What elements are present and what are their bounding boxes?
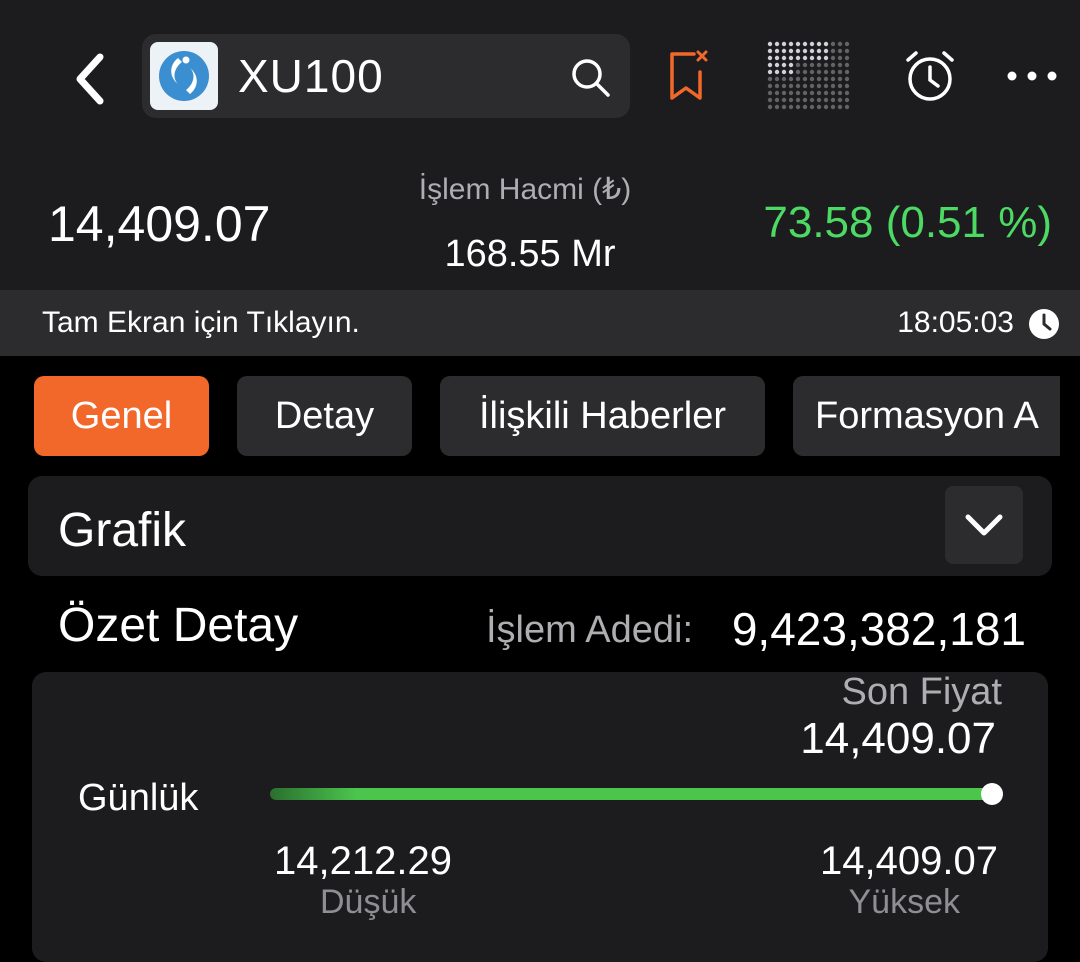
- trade-count-label: İşlem Adedi:: [486, 609, 693, 651]
- tab-genel[interactable]: Genel: [34, 376, 209, 456]
- high-value: 14,409.07: [820, 839, 998, 883]
- heatmap-button[interactable]: [766, 38, 850, 114]
- last-update-time: 18:05:03: [897, 306, 1014, 339]
- symbol-name: XU100: [238, 50, 384, 102]
- expand-button[interactable]: [945, 486, 1023, 564]
- price-change: 73.58 (0.51 %): [763, 198, 1052, 247]
- summary-title: Özet Detay: [58, 599, 299, 652]
- grafik-title: Grafik: [58, 504, 187, 557]
- daily-range-bar: [270, 788, 992, 800]
- fullscreen-hint: Tam Ekran için Tıklayın.: [42, 306, 360, 339]
- back-button[interactable]: [60, 44, 120, 114]
- exchange-logo: [150, 42, 218, 110]
- period-label: Günlük: [78, 777, 199, 819]
- last-price: 14,409.07: [48, 196, 271, 252]
- alarm-clock-icon: [906, 51, 954, 101]
- tab-formasyon[interactable]: Formasyon A: [793, 376, 1060, 456]
- bookmark-button[interactable]: [646, 38, 730, 114]
- range-marker: [981, 783, 1003, 805]
- tab-detay[interactable]: Detay: [237, 376, 412, 456]
- chevron-left-icon: [76, 53, 104, 105]
- symbol-search-field[interactable]: XU100: [142, 34, 630, 118]
- more-horizontal-icon: [1007, 71, 1057, 81]
- fullscreen-bar[interactable]: Tam Ekran için Tıklayın. 18:05:03: [0, 290, 1080, 356]
- top-bar: XU100 14,409.07 İşlem Hacmi (₺) 168.55 M…: [0, 0, 1080, 290]
- last-price-value: 14,409.07: [800, 714, 996, 763]
- tab-iliskili-haberler[interactable]: İlişkili Haberler: [440, 376, 765, 456]
- trade-count-value: 9,423,382,181: [731, 603, 1026, 655]
- alarm-button[interactable]: [888, 38, 972, 114]
- daily-range-fill: [270, 788, 992, 800]
- last-price-label: Son Fiyat: [841, 671, 1002, 713]
- grafik-section[interactable]: Grafik: [28, 476, 1052, 576]
- clock-icon: [1029, 309, 1059, 339]
- volume-value: 168.55 Mr: [444, 233, 616, 275]
- chevron-down-icon: [965, 514, 1003, 536]
- more-button[interactable]: [992, 38, 1072, 114]
- search-icon: [572, 59, 610, 97]
- bookmark-remove-icon: [670, 50, 708, 100]
- search-button[interactable]: [562, 52, 618, 102]
- low-label: Düşük: [320, 883, 417, 921]
- high-label: Yüksek: [848, 883, 961, 921]
- volume-label: İşlem Hacmi (₺): [418, 173, 632, 206]
- dot-grid-icon: [767, 41, 850, 110]
- low-value: 14,212.29: [274, 839, 452, 883]
